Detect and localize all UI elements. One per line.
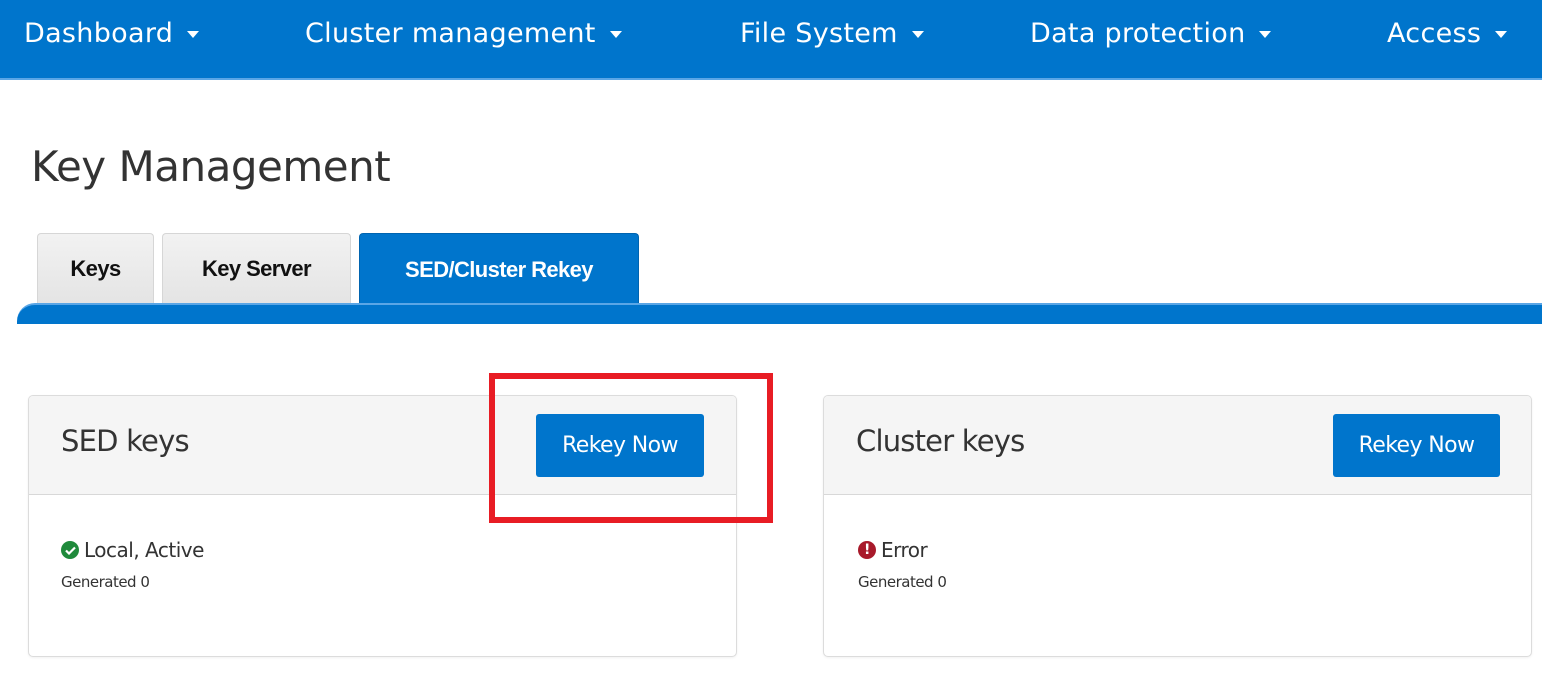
tabs-underline-bar bbox=[17, 303, 1542, 324]
status-line: Local, Active bbox=[61, 538, 204, 562]
tab-sed-cluster-rekey[interactable]: SED/Cluster Rekey bbox=[359, 233, 639, 305]
panel-header: Cluster keys Rekey Now bbox=[824, 396, 1531, 495]
generated-count: Generated 0 bbox=[858, 573, 947, 591]
sed-rekey-now-button[interactable]: Rekey Now bbox=[536, 414, 704, 477]
tab-label: Keys bbox=[70, 256, 121, 281]
nav-item-cluster-management[interactable]: Cluster management bbox=[305, 18, 622, 49]
caret-down-icon bbox=[1259, 31, 1272, 38]
nav-item-file-system[interactable]: File System bbox=[740, 18, 924, 49]
check-circle-icon bbox=[61, 541, 79, 559]
generated-count: Generated 0 bbox=[61, 573, 150, 591]
nav-item-label: Data protection bbox=[1030, 18, 1246, 49]
nav-item-dashboard[interactable]: Dashboard bbox=[24, 18, 200, 49]
panel-title: Cluster keys bbox=[856, 424, 1025, 458]
cluster-rekey-now-button[interactable]: Rekey Now bbox=[1333, 414, 1500, 477]
nav-item-label: Dashboard bbox=[24, 18, 174, 49]
caret-down-icon bbox=[187, 31, 200, 38]
tab-label: Key Server bbox=[202, 256, 312, 281]
caret-down-icon bbox=[609, 31, 622, 38]
tab-label: SED/Cluster Rekey bbox=[405, 256, 593, 282]
status-text: Local, Active bbox=[84, 538, 204, 562]
exclamation-circle-icon: ! bbox=[858, 541, 876, 559]
status-text: Error bbox=[881, 538, 928, 562]
cluster-keys-panel: Cluster keys Rekey Now ! Error Generated… bbox=[823, 395, 1532, 657]
sed-keys-panel: SED keys Rekey Now Local, Active Generat… bbox=[28, 395, 737, 657]
nav-item-label: File System bbox=[740, 18, 898, 49]
nav-item-data-protection[interactable]: Data protection bbox=[1030, 18, 1272, 49]
top-navigation-bar: Dashboard Cluster management File System… bbox=[0, 0, 1542, 80]
panel-header: SED keys Rekey Now bbox=[29, 396, 736, 495]
tab-key-server[interactable]: Key Server bbox=[162, 233, 351, 304]
caret-down-icon bbox=[1495, 31, 1508, 38]
nav-item-label: Cluster management bbox=[305, 18, 596, 49]
nav-item-label: Access bbox=[1387, 18, 1482, 49]
nav-item-access[interactable]: Access bbox=[1387, 18, 1508, 49]
tab-keys[interactable]: Keys bbox=[37, 233, 154, 304]
status-line: ! Error bbox=[858, 538, 928, 562]
panel-title: SED keys bbox=[61, 424, 190, 458]
caret-down-icon bbox=[911, 31, 924, 38]
page-title: Key Management bbox=[31, 142, 391, 191]
